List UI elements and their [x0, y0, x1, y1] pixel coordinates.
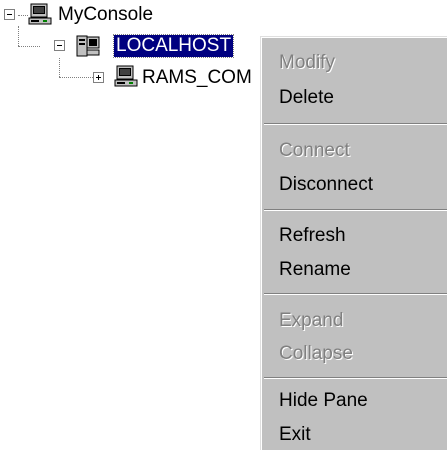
tree-connector [18, 46, 40, 47]
computer-icon [28, 3, 52, 25]
computer-icon [114, 65, 138, 87]
collapse-toggle-icon[interactable] [54, 40, 65, 51]
context-menu: Modify Delete Connect Disconnect Refresh… [260, 36, 447, 450]
console-tree: MyConsole LOCALHOST RAMS_COM [0, 0, 270, 450]
tree-node-localhost[interactable]: LOCALHOST [112, 34, 235, 58]
menu-item-refresh[interactable]: Refresh [279, 224, 346, 248]
menu-item-collapse[interactable]: Collapse [279, 342, 353, 366]
menu-item-connect[interactable]: Connect [279, 139, 350, 163]
menu-item-expand[interactable]: Expand [279, 309, 343, 333]
tree-node-rams-com[interactable]: RAMS_COM [142, 67, 252, 89]
expand-toggle-icon[interactable] [93, 72, 104, 83]
tree-node-myconsole[interactable]: MyConsole [58, 4, 153, 26]
menu-item-exit[interactable]: Exit [279, 423, 311, 447]
menu-item-delete[interactable]: Delete [279, 86, 334, 110]
menu-separator [264, 123, 447, 125]
server-icon [76, 35, 100, 57]
menu-item-modify[interactable]: Modify [279, 51, 335, 75]
menu-separator [264, 209, 447, 211]
menu-separator [264, 293, 447, 295]
tree-connector [59, 58, 60, 77]
tree-connector [18, 26, 19, 46]
menu-item-hide-pane[interactable]: Hide Pane [279, 389, 368, 413]
menu-item-disconnect[interactable]: Disconnect [279, 173, 373, 197]
menu-item-rename[interactable]: Rename [279, 258, 351, 282]
menu-separator [264, 377, 447, 379]
window-client-area: MyConsole LOCALHOST RAMS_COM Modify Dele… [0, 0, 447, 450]
collapse-toggle-icon[interactable] [4, 9, 15, 20]
